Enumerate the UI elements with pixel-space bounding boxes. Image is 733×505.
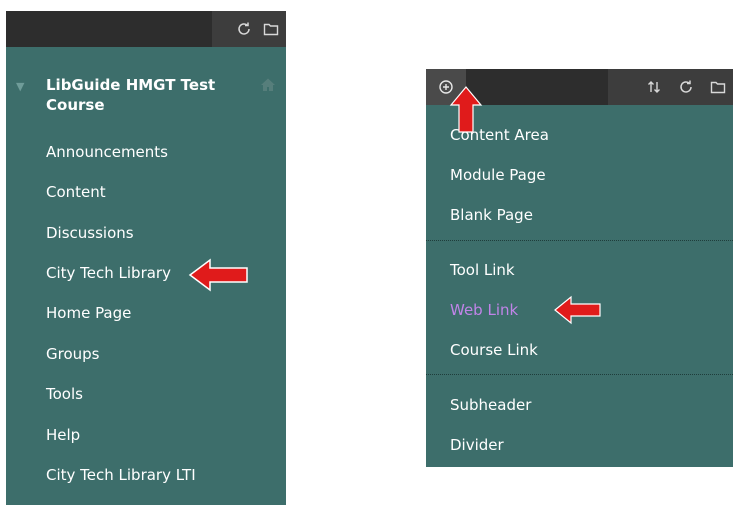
menu-item-web-link[interactable]: Web Link	[450, 300, 518, 320]
nav-item-content[interactable]: Content	[46, 182, 106, 202]
menu-divider	[426, 240, 733, 241]
nav-item-groups[interactable]: Groups	[46, 344, 99, 364]
menu-item-tool-link[interactable]: Tool Link	[450, 260, 515, 280]
sort-icon[interactable]	[645, 78, 663, 96]
menu-item-blank-page[interactable]: Blank Page	[450, 205, 533, 225]
toolbar-icons	[645, 69, 727, 105]
nav-item-home-page[interactable]: Home Page	[46, 303, 131, 323]
refresh-icon[interactable]	[235, 20, 253, 38]
course-title-row[interactable]: ▼ LibGuide HMGT Test Course	[6, 75, 286, 123]
menu-item-subheader[interactable]: Subheader	[450, 395, 531, 415]
nav-item-tools[interactable]: Tools	[46, 384, 83, 404]
nav-item-city-tech-library[interactable]: City Tech Library	[46, 263, 171, 283]
folder-icon[interactable]	[709, 78, 727, 96]
toolbar-icons	[235, 11, 280, 47]
menu-divider	[426, 374, 733, 375]
course-menu-toolbar	[6, 11, 286, 47]
menu-item-module-page[interactable]: Module Page	[450, 165, 546, 185]
folder-icon[interactable]	[262, 20, 280, 38]
red-arrow-up-icon	[449, 86, 483, 133]
course-title[interactable]: LibGuide HMGT Test Course	[46, 75, 236, 115]
home-icon[interactable]	[260, 77, 276, 97]
menu-item-course-link[interactable]: Course Link	[450, 340, 538, 360]
nav-item-discussions[interactable]: Discussions	[46, 223, 134, 243]
red-arrow-left-icon	[188, 258, 248, 292]
nav-item-help[interactable]: Help	[46, 425, 80, 445]
red-arrow-left-icon	[554, 295, 601, 325]
nav-item-city-tech-library-lti[interactable]: City Tech Library LTI	[46, 465, 196, 485]
expand-caret-icon[interactable]: ▼	[16, 80, 24, 93]
refresh-icon[interactable]	[677, 78, 695, 96]
menu-item-divider[interactable]: Divider	[450, 435, 504, 455]
nav-item-announcements[interactable]: Announcements	[46, 142, 168, 162]
